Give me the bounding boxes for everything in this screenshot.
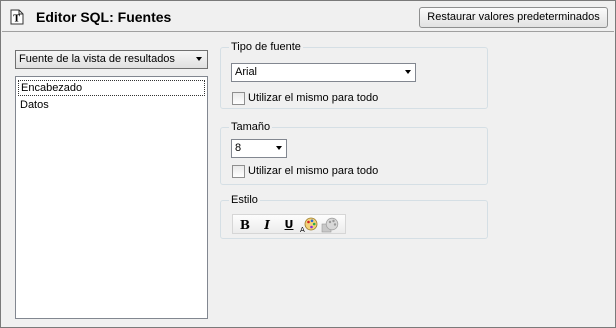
- size-same-for-all-checkbox[interactable]: [232, 165, 245, 178]
- italic-button[interactable]: I: [258, 217, 276, 233]
- svg-text:A: A: [300, 226, 305, 233]
- background-color-button[interactable]: [321, 217, 339, 233]
- size-label: Tamaño: [229, 121, 273, 133]
- size-group: Tamaño 8 Utilizar el mismo para todo: [220, 121, 488, 185]
- font-settings-panel: T Editor SQL: Fuentes Restaurar valores …: [0, 0, 616, 328]
- font-size-select[interactable]: 8: [231, 139, 287, 158]
- panel-header: T Editor SQL: Fuentes Restaurar valores …: [2, 2, 614, 32]
- chevron-down-icon: [405, 70, 411, 74]
- svg-text:T: T: [13, 15, 20, 25]
- list-item-datos[interactable]: Datos: [18, 98, 205, 114]
- style-group: Estilo B I U A: [220, 194, 488, 239]
- chevron-down-icon: [196, 57, 202, 61]
- font-same-for-all-checkbox[interactable]: [232, 92, 245, 105]
- list-item-encabezado[interactable]: Encabezado: [18, 80, 205, 96]
- chevron-down-icon: [276, 146, 282, 150]
- font-size-value: 8: [235, 142, 242, 154]
- font-family-value: Arial: [235, 66, 258, 78]
- style-toolbar: B I U A: [232, 214, 346, 234]
- font-type-group: Tipo de fuente Arial Utilizar el mismo p…: [220, 41, 488, 109]
- text-color-palette-icon: A: [300, 217, 318, 234]
- font-element-list[interactable]: Encabezado Datos: [15, 76, 208, 319]
- background-color-icon: [321, 217, 339, 233]
- bold-button[interactable]: B: [236, 217, 254, 233]
- font-source-value: Fuente de la vista de resultados: [19, 53, 175, 65]
- font-color-button[interactable]: A: [300, 217, 318, 234]
- font-family-select[interactable]: Arial: [231, 63, 416, 82]
- document-font-icon: T: [10, 9, 24, 25]
- underline-button[interactable]: U: [280, 217, 298, 233]
- style-label: Estilo: [229, 194, 260, 206]
- font-source-select[interactable]: Fuente de la vista de resultados: [15, 50, 208, 69]
- font-type-label: Tipo de fuente: [229, 41, 303, 53]
- size-same-for-all-label: Utilizar el mismo para todo: [248, 165, 379, 177]
- restore-defaults-button[interactable]: Restaurar valores predeterminados: [419, 7, 608, 28]
- page-title: Editor SQL: Fuentes: [36, 9, 172, 25]
- font-same-for-all-label: Utilizar el mismo para todo: [248, 92, 379, 104]
